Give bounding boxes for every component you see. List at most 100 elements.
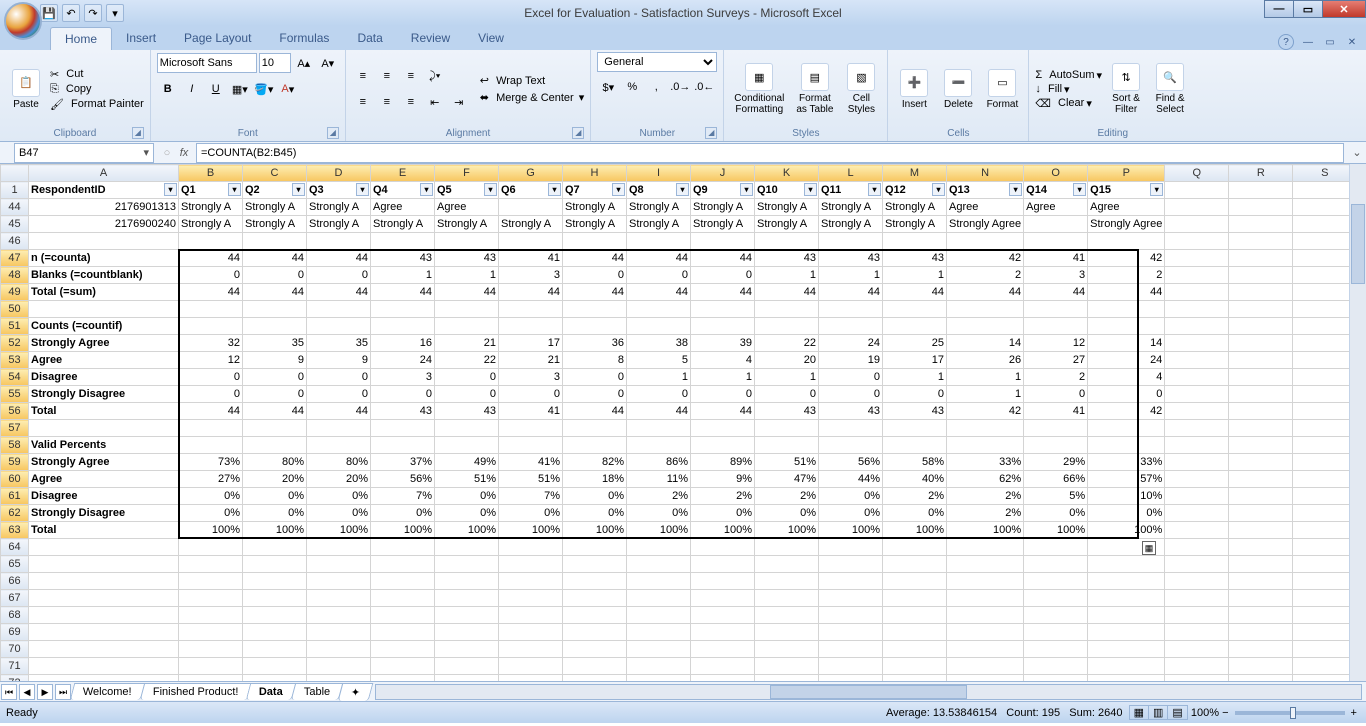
cell[interactable]	[1229, 454, 1293, 471]
cell[interactable]: 25	[883, 335, 947, 352]
expand-formula-icon[interactable]: ⌄	[1348, 146, 1366, 159]
cell[interactable]: 1	[947, 369, 1024, 386]
cell[interactable]: 0%	[307, 488, 371, 505]
cell[interactable]	[1088, 641, 1165, 658]
cell[interactable]: 40%	[883, 471, 947, 488]
cell[interactable]	[819, 539, 883, 556]
cell[interactable]	[819, 624, 883, 641]
cell[interactable]: 24	[819, 335, 883, 352]
cell[interactable]: 7%	[371, 488, 435, 505]
format-as-table-button[interactable]: ▤Format as Table	[792, 61, 837, 117]
underline-button[interactable]: U	[205, 78, 227, 100]
cell[interactable]	[691, 675, 755, 682]
cell[interactable]	[1229, 250, 1293, 267]
horizontal-scrollbar[interactable]	[375, 684, 1362, 700]
row-label[interactable]: Disagree	[29, 488, 179, 505]
filter-dropdown-icon[interactable]: ▾	[420, 183, 433, 196]
cell[interactable]: 100%	[627, 522, 691, 539]
filter-header[interactable]: RespondentID▾	[29, 182, 179, 199]
cell[interactable]: 3	[371, 369, 435, 386]
cell[interactable]: 41	[499, 250, 563, 267]
row-label[interactable]: Total	[29, 403, 179, 420]
cell[interactable]	[435, 301, 499, 318]
row-header-60[interactable]: 60	[1, 471, 29, 488]
cell[interactable]: Strongly A	[883, 216, 947, 233]
cell[interactable]: 0%	[371, 505, 435, 522]
cell[interactable]: 1	[371, 267, 435, 284]
cell[interactable]	[1293, 437, 1357, 454]
font-size-combo[interactable]	[259, 53, 291, 73]
cell[interactable]: 80%	[307, 454, 371, 471]
cell[interactable]	[499, 318, 563, 335]
cell[interactable]: 4	[691, 352, 755, 369]
cell[interactable]: 100%	[243, 522, 307, 539]
cell[interactable]	[947, 318, 1024, 335]
clear-button[interactable]: ⌫ Clear▾	[1035, 97, 1102, 110]
cell[interactable]: 86%	[627, 454, 691, 471]
cell[interactable]: 0%	[435, 488, 499, 505]
cell[interactable]: 2%	[947, 505, 1024, 522]
cell[interactable]: 44	[755, 284, 819, 301]
cell[interactable]	[1088, 607, 1165, 624]
cell[interactable]: 0%	[1024, 505, 1088, 522]
cell[interactable]	[1165, 437, 1229, 454]
row-label[interactable]: n (=counta)	[29, 250, 179, 267]
cell[interactable]: 44	[691, 403, 755, 420]
cell[interactable]: 1	[947, 386, 1024, 403]
format-painter-button[interactable]: 🖌 Format Painter	[50, 98, 144, 111]
filter-dropdown-icon[interactable]: ▾	[548, 183, 561, 196]
cell[interactable]	[307, 301, 371, 318]
cell[interactable]: 0	[883, 386, 947, 403]
cell[interactable]	[1293, 539, 1357, 556]
cell[interactable]	[179, 590, 243, 607]
cell[interactable]: 100%	[819, 522, 883, 539]
cell[interactable]	[563, 624, 627, 641]
cell[interactable]	[1293, 216, 1357, 233]
cell[interactable]	[1165, 233, 1229, 250]
cell[interactable]	[627, 590, 691, 607]
cell[interactable]	[1165, 403, 1229, 420]
cell[interactable]	[29, 658, 179, 675]
cell[interactable]	[1293, 488, 1357, 505]
cell[interactable]	[243, 420, 307, 437]
cell[interactable]: 44	[499, 284, 563, 301]
cell[interactable]: 1	[755, 267, 819, 284]
cell[interactable]	[1229, 216, 1293, 233]
cell[interactable]	[1293, 454, 1357, 471]
cell[interactable]	[1229, 301, 1293, 318]
filter-dropdown-icon[interactable]: ▾	[164, 183, 177, 196]
cell[interactable]: Strongly A	[691, 216, 755, 233]
cell[interactable]: 0%	[307, 505, 371, 522]
cell[interactable]: 37%	[371, 454, 435, 471]
cell[interactable]	[1293, 471, 1357, 488]
cell[interactable]	[435, 675, 499, 682]
cell[interactable]	[435, 233, 499, 250]
alignment-dialog-icon[interactable]: ◢	[572, 127, 584, 139]
cell[interactable]	[1229, 386, 1293, 403]
cell[interactable]	[627, 624, 691, 641]
cell[interactable]: 16	[371, 335, 435, 352]
cell[interactable]: 66%	[1024, 471, 1088, 488]
row-header-47[interactable]: 47	[1, 250, 29, 267]
cell[interactable]: 0	[179, 267, 243, 284]
cell[interactable]: Strongly A	[243, 199, 307, 216]
window-close-doc-icon[interactable]: ✕	[1344, 34, 1360, 50]
cell[interactable]	[1293, 624, 1357, 641]
cell[interactable]	[1293, 420, 1357, 437]
cell[interactable]	[819, 590, 883, 607]
cell[interactable]: 44	[307, 284, 371, 301]
cell[interactable]	[1088, 590, 1165, 607]
cell[interactable]	[1293, 658, 1357, 675]
cell[interactable]	[1293, 199, 1357, 216]
cell[interactable]	[1165, 522, 1229, 539]
cell[interactable]	[627, 420, 691, 437]
cell[interactable]	[883, 607, 947, 624]
row-label[interactable]	[29, 420, 179, 437]
filter-header[interactable]: Q4▾	[371, 182, 435, 199]
cell[interactable]: 35	[307, 335, 371, 352]
cell[interactable]: Strongly A	[179, 199, 243, 216]
row-header-68[interactable]: 68	[1, 607, 29, 624]
cell[interactable]	[1024, 318, 1088, 335]
cell[interactable]: 0	[499, 386, 563, 403]
cell[interactable]: 0	[243, 267, 307, 284]
